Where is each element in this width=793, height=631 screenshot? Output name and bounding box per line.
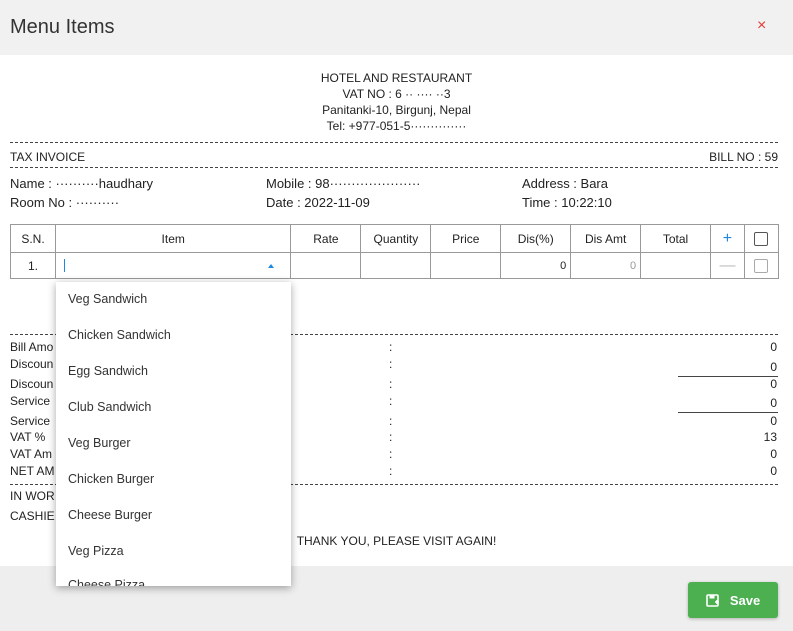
save-icon [706,594,719,607]
summary-label: VAT Am [10,447,53,461]
customer-name: Name : ··········haudhary [10,176,154,191]
dropdown-option[interactable]: Chicken Sandwich [68,328,171,342]
col-header-rate: Rate [290,224,362,253]
select-all-checkbox[interactable] [754,231,769,246]
table-header-row: S.N. Item Rate Quantity Price Dis(%) Dis… [10,224,780,253]
room-number: Room No : ·········· [10,195,120,210]
summary-colon: : [389,430,393,444]
item-select-input[interactable] [54,252,292,279]
col-header-quantity: Quantity [360,224,432,253]
col-header-dis-amt: Dis Amt [570,224,642,253]
subtotal-line [678,412,778,413]
summary-label: Discoun [10,377,54,391]
summary-colon: : [389,394,393,408]
summary-label: Discoun [10,357,54,371]
divider [10,167,778,168]
summary-value: 0 [770,447,777,461]
dropdown-option[interactable]: Cheese Burger [68,508,152,522]
col-header-item: Item [54,224,292,253]
summary-colon: : [389,464,393,478]
tax-invoice-label: TAX INVOICE [10,150,86,164]
summary-value: 0 [770,414,777,428]
vat-number: VAT NO : 6 ·· ···· ··3 [342,87,451,101]
in-words-label: IN WOR [10,489,55,503]
summary-value: 0 [770,360,777,374]
dropdown-option[interactable]: Veg Burger [68,436,131,450]
cashier-label: CASHIE [10,509,55,523]
col-header-price: Price [430,224,502,253]
invoice-time: Time : 10:22:10 [522,195,612,210]
table-row: 1. 0 0 — [10,252,780,279]
save-button[interactable]: Save [688,582,778,618]
close-icon[interactable]: × [757,17,766,35]
summary-label: Bill Amo [10,340,54,354]
col-header-total: Total [640,224,711,253]
divider [10,142,778,143]
remove-row-icon[interactable]: — [719,257,735,274]
row-checkbox[interactable] [754,258,769,273]
summary-colon: : [389,357,393,371]
save-label: Save [729,592,761,608]
total-cell [640,252,711,279]
rate-input[interactable] [290,252,362,279]
text-cursor [63,259,65,272]
quantity-input[interactable] [360,252,432,279]
customer-mobile: Mobile : 98····················· [266,176,421,191]
summary-value: 0 [770,377,777,391]
dis-amt-input[interactable]: 0 [570,252,642,279]
item-dropdown-menu: Veg Sandwich Chicken Sandwich Egg Sandwi… [56,282,291,586]
summary-label: Service [10,414,51,428]
summary-label: Service [10,394,51,408]
subtotal-line [678,376,778,377]
hotel-tel: Tel: +977-051-5·············· [326,119,467,133]
dialog-header: Menu Items × [0,0,793,55]
summary-colon: : [389,447,393,461]
col-header-dis-pct: Dis(%) [500,224,572,253]
add-row-icon[interactable]: + [723,230,732,247]
items-table: S.N. Item Rate Quantity Price Dis(%) Dis… [10,224,780,279]
summary-value: 0 [770,464,777,478]
summary-value: 0 [770,396,777,410]
summary-label: VAT % [10,430,46,444]
summary-value: 0 [770,340,777,354]
summary-label: NET AM [10,464,55,478]
dropdown-option[interactable]: Chicken Burger [68,472,154,486]
dropdown-option[interactable]: Veg Pizza [68,544,124,558]
dialog-title: Menu Items [10,16,115,38]
hotel-name: HOTEL AND RESTAURANT [320,71,473,85]
summary-value: 13 [763,430,777,444]
summary-colon: : [389,377,393,391]
bill-number: BILL NO : 59 [709,150,778,164]
row-sn: 1. [10,252,56,279]
dropdown-option[interactable]: Club Sandwich [68,400,151,414]
customer-address: Address : Bara [522,176,608,191]
caret-up-icon[interactable] [268,264,275,268]
summary-colon: : [389,414,393,428]
invoice-date: Date : 2022-11-09 [266,195,370,210]
price-cell [430,252,502,279]
col-header-sn: S.N. [10,224,56,253]
summary-colon: : [389,340,393,354]
dis-pct-input[interactable]: 0 [500,252,572,279]
hotel-address: Panitanki-10, Birgunj, Nepal [322,103,471,117]
dropdown-option[interactable]: Veg Sandwich [68,292,147,306]
dropdown-option[interactable]: Cheese Pizza [68,578,145,586]
dropdown-option[interactable]: Egg Sandwich [68,364,148,378]
